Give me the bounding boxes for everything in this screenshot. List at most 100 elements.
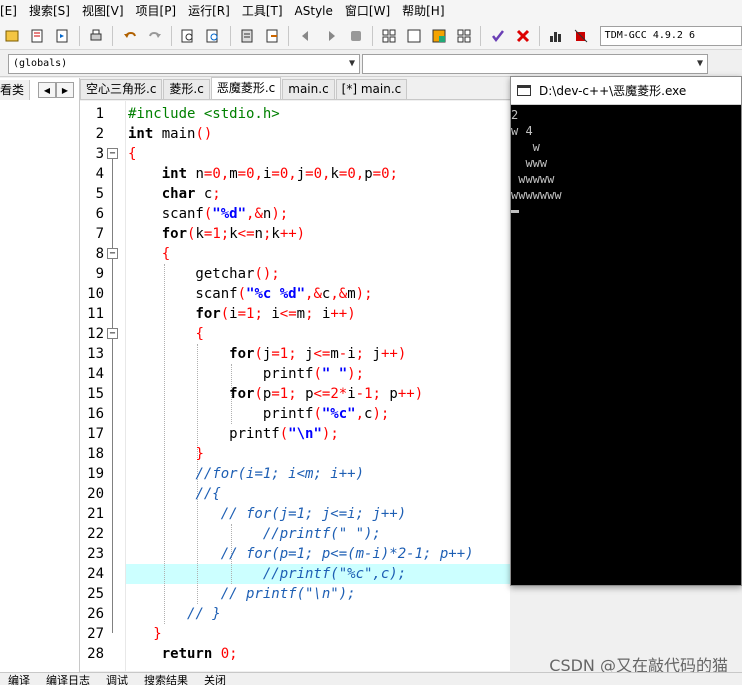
code-token: 1 <box>279 386 289 402</box>
menu-bar: [E] 搜索[S] 视图[V] 项目[P] 运行[R] 工具[T] AStyle 窗口[W] 帮… <box>0 0 742 22</box>
line-number: 8 <box>95 246 104 262</box>
code-token: j <box>296 166 306 182</box>
file-tab-0[interactable]: 空心三角形.c <box>80 79 163 99</box>
code-token: p <box>296 386 314 402</box>
debug-button[interactable] <box>571 25 592 47</box>
class-browser-tab[interactable]: 看类 <box>0 80 30 100</box>
left-arrow-icon[interactable]: ◀ <box>38 82 56 98</box>
code-token: 0 <box>381 166 390 182</box>
replace-button[interactable] <box>203 25 224 47</box>
code-token: int <box>161 166 188 182</box>
code-token: ( <box>220 306 230 322</box>
code-line: scanf("%c %d",&c,&m); <box>128 284 510 304</box>
print-button[interactable] <box>86 25 107 47</box>
fold-toggle-icon[interactable]: − <box>107 328 118 339</box>
code-token: "%c" <box>321 406 356 422</box>
fold-range-line <box>112 339 113 453</box>
line-number: 13 <box>87 346 104 362</box>
menu-item-2[interactable]: 视图[V] <box>76 0 130 22</box>
comment-button[interactable] <box>345 25 366 47</box>
insert-button[interactable] <box>2 25 23 47</box>
menu-item-4[interactable]: 运行[R] <box>182 0 236 22</box>
code-token: ; <box>271 266 280 282</box>
line-number: 17 <box>87 426 104 442</box>
code-line: // } <box>128 604 510 624</box>
menu-item-8[interactable]: 帮助[H] <box>396 0 450 22</box>
toolbar-separator <box>112 25 114 46</box>
undo-button[interactable] <box>119 25 140 47</box>
code-token: i <box>347 386 356 402</box>
code-token: ; <box>380 406 390 422</box>
compiler-select[interactable]: TDM-GCC 4.9.2 6 <box>599 25 742 46</box>
console-window[interactable]: D:\dev-c++\恶魔菱形.exe 2w 4 w www wwwww wwww… <box>510 76 742 586</box>
code-token: = <box>271 346 280 362</box>
compile-button[interactable] <box>379 25 400 47</box>
code-line: for(i=1; i<=m; i++) <box>128 304 510 324</box>
bottom-tab-4[interactable]: 关闭 <box>196 674 234 685</box>
debug-icon <box>574 29 588 42</box>
code-line: //printf("%c",c); <box>128 564 510 584</box>
code-token: ; <box>229 646 238 662</box>
code-token: // for(p=1; p<=(m-i)*2-1; p++) <box>220 546 474 562</box>
stop-button[interactable] <box>512 25 533 47</box>
function-dropdown[interactable]: ▼ <box>362 53 708 74</box>
code-token: - <box>355 386 365 402</box>
code-token: ) <box>296 226 306 242</box>
code-token: i <box>262 306 280 322</box>
console-titlebar[interactable]: D:\dev-c++\恶魔菱形.exe <box>511 77 741 105</box>
code-token: k <box>229 226 238 242</box>
line-number: 12 <box>87 326 104 342</box>
new-class-button[interactable] <box>237 25 258 47</box>
toggle-bookmark-button[interactable] <box>27 25 48 47</box>
rebuild-button[interactable] <box>453 25 474 47</box>
code-token: ) <box>347 366 356 382</box>
file-tab-4[interactable]: [*] main.c <box>335 79 408 99</box>
menu-item-0[interactable]: [E] <box>0 0 23 22</box>
code-token: p <box>364 166 373 182</box>
console-line: wwwwwww <box>511 188 562 202</box>
redo-button[interactable] <box>144 25 165 47</box>
goto-bookmark-button[interactable] <box>52 25 73 47</box>
file-tab-3[interactable]: main.c <box>282 79 335 99</box>
file-tab-1[interactable]: 菱形.c <box>163 79 210 99</box>
code-token: j <box>364 346 381 362</box>
check-button[interactable] <box>487 25 508 47</box>
back-button[interactable] <box>295 25 316 47</box>
code-token: , <box>254 166 263 182</box>
right-arrow-icon[interactable]: ▶ <box>56 82 74 98</box>
globals-dropdown[interactable]: (globals) ▼ <box>8 53 360 74</box>
code-token: for <box>229 386 255 402</box>
bottom-tab-2[interactable]: 调试 <box>98 674 136 685</box>
chart-button[interactable] <box>546 25 567 47</box>
chart-icon <box>550 31 562 42</box>
code-token: j <box>296 346 314 362</box>
fold-toggle-icon[interactable]: − <box>107 148 118 159</box>
menu-item-3[interactable]: 项目[P] <box>130 0 183 22</box>
fold-toggle-icon[interactable]: − <box>107 248 118 259</box>
file-tab-2[interactable]: 恶魔菱形.c <box>210 77 282 99</box>
find-button[interactable] <box>178 25 199 47</box>
bottom-tab-3[interactable]: 搜索结果 <box>136 674 196 685</box>
globals-value: (globals) <box>13 58 68 69</box>
menu-item-1[interactable]: 搜索[S] <box>23 0 76 22</box>
compile-run-button[interactable] <box>429 25 450 47</box>
line-number: 2 <box>95 126 104 142</box>
code-token: i <box>229 306 238 322</box>
menu-item-7[interactable]: 窗口[W] <box>339 0 396 22</box>
code-editor[interactable]: 1 2 3 4 5 6 7 8 9 10 11 12 13 14 15 16 17 18 19 20 21 22 23 24 2… <box>80 101 510 671</box>
console-title: D:\dev-c++\恶魔菱形.exe <box>539 84 687 98</box>
code-token: { <box>161 246 171 262</box>
bottom-tab-0[interactable]: 编译 <box>0 674 38 685</box>
bottom-tab-1[interactable]: 编译日志 <box>38 674 98 685</box>
line-number: 19 <box>87 466 104 482</box>
menu-item-5[interactable]: 工具[T] <box>236 0 289 22</box>
menu-item-6[interactable]: AStyle <box>289 0 339 22</box>
forward-button[interactable] <box>320 25 341 47</box>
run-button[interactable] <box>404 25 425 47</box>
toggle-button[interactable] <box>262 25 283 47</box>
code-token: ; <box>330 426 339 442</box>
comment-icon <box>350 30 361 41</box>
code-token: 0 <box>212 166 221 182</box>
